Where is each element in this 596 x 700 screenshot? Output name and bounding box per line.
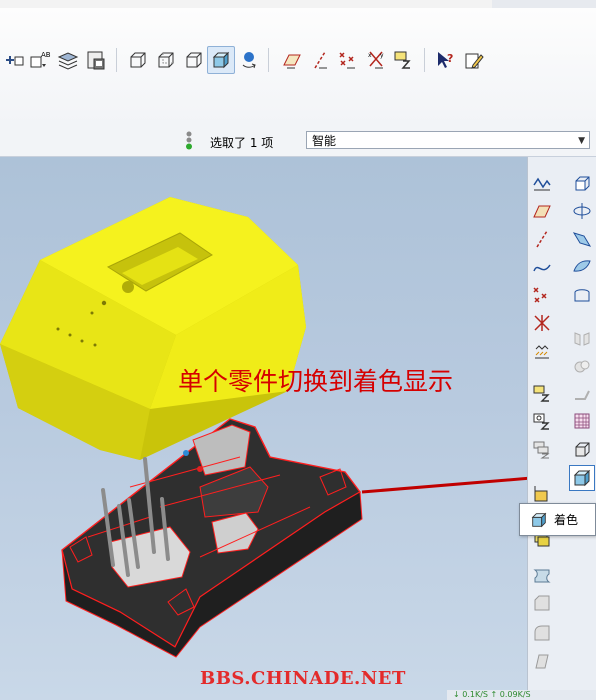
merge-icon[interactable] bbox=[570, 355, 594, 379]
svg-text:?: ? bbox=[447, 52, 453, 65]
model-tree-icon[interactable] bbox=[82, 46, 110, 74]
tooltip-label: 着色 bbox=[554, 513, 579, 527]
shading-icon bbox=[531, 512, 547, 527]
chamfer-icon[interactable] bbox=[530, 591, 554, 615]
mirror-icon[interactable] bbox=[570, 327, 594, 351]
toolbar-separator bbox=[424, 48, 425, 72]
annotation-arrow bbox=[361, 476, 527, 494]
selection-count-label: 选取了 1 项 bbox=[210, 136, 274, 150]
analysis-icon[interactable] bbox=[530, 339, 554, 363]
model-graphics bbox=[0, 197, 527, 658]
spin-center-icon[interactable] bbox=[235, 46, 263, 74]
context-help-icon[interactable]: ? bbox=[432, 46, 460, 74]
dark-mold-base-part[interactable] bbox=[61, 418, 363, 658]
toolbar-separator bbox=[268, 48, 269, 72]
status-light-icon bbox=[186, 131, 192, 150]
selection-filter-value: 智能 bbox=[312, 134, 337, 148]
toolbar-separator bbox=[116, 48, 117, 72]
selection-filter-dropdown[interactable]: 智能 ▼ bbox=[306, 131, 590, 149]
toolbar: AB xy ? bbox=[0, 8, 596, 126]
datum-points-icon[interactable] bbox=[334, 46, 362, 74]
insert-feature-icon[interactable] bbox=[0, 46, 28, 74]
dimension-icon[interactable] bbox=[530, 437, 554, 461]
no-hidden-icon[interactable] bbox=[180, 46, 208, 74]
datum-planes-icon[interactable] bbox=[278, 46, 306, 74]
axis-icon[interactable] bbox=[530, 227, 554, 251]
menu-bar-corner bbox=[492, 0, 596, 8]
pattern-icon[interactable] bbox=[570, 409, 594, 433]
layers-icon[interactable] bbox=[54, 46, 82, 74]
note-icon[interactable] bbox=[530, 409, 554, 433]
watermark-text: BBS.CHINADE.NET bbox=[200, 668, 406, 689]
draft-icon[interactable] bbox=[530, 649, 554, 673]
edit-pencil-icon[interactable] bbox=[460, 46, 488, 74]
hidden-line-icon[interactable] bbox=[152, 46, 180, 74]
chevron-down-icon: ▼ bbox=[578, 136, 585, 146]
shading-icon[interactable] bbox=[207, 46, 235, 74]
revolve-icon[interactable] bbox=[530, 563, 554, 587]
selection-status-bar: 选取了 1 项 智能 ▼ bbox=[0, 126, 596, 157]
csys-icon[interactable] bbox=[530, 311, 554, 335]
graphics-viewport[interactable]: 单个零件切换到着色显示 BBS.CHINADE.NET bbox=[0, 157, 527, 700]
coordinate-systems-icon[interactable]: xy bbox=[362, 46, 390, 74]
shell-icon[interactable] bbox=[570, 283, 594, 307]
sketch-tool-icon[interactable] bbox=[530, 481, 554, 505]
round-icon[interactable] bbox=[530, 621, 554, 645]
svg-text:AB: AB bbox=[41, 51, 51, 59]
rename-feature-icon[interactable]: AB bbox=[26, 46, 54, 74]
trim-icon[interactable] bbox=[570, 383, 594, 407]
hole-icon[interactable] bbox=[570, 171, 594, 195]
datum-ref-icon[interactable] bbox=[530, 381, 554, 405]
sweep-icon[interactable] bbox=[570, 199, 594, 223]
blend-icon[interactable] bbox=[570, 227, 594, 251]
right-toolbar bbox=[527, 157, 596, 700]
curve-icon[interactable] bbox=[530, 255, 554, 279]
network-speed-indicator: ↓ 0.1K/S ↑ 0.09K/S bbox=[447, 690, 596, 700]
shading-display-button[interactable] bbox=[569, 465, 595, 491]
svg-text:x: x bbox=[368, 52, 372, 59]
shading-tooltip: 着色 bbox=[519, 503, 596, 536]
offset-icon[interactable] bbox=[570, 437, 594, 461]
annotations-icon[interactable] bbox=[390, 46, 418, 74]
wireframe-icon[interactable] bbox=[124, 46, 152, 74]
sketch-icon[interactable] bbox=[530, 171, 554, 195]
datum-axes-icon[interactable] bbox=[306, 46, 334, 74]
plane-icon[interactable] bbox=[530, 199, 554, 223]
yellow-mold-part[interactable] bbox=[0, 197, 306, 460]
annotation-text: 单个零件切换到着色显示 bbox=[178, 367, 454, 396]
svg-text:y: y bbox=[380, 52, 384, 59]
point-icon[interactable] bbox=[530, 283, 554, 307]
boundary-blend-icon[interactable] bbox=[570, 255, 594, 279]
